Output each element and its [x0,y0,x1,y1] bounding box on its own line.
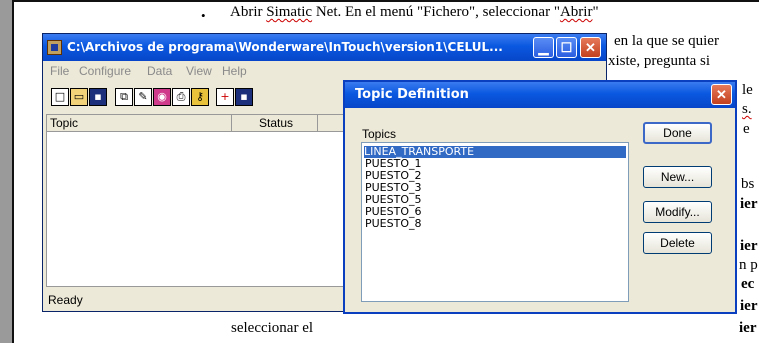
menu-bar: File Configure Data View Help [43,61,606,81]
doc-text-spellcheck: Simatic [266,4,313,20]
add-topic-icon[interactable]: + [216,88,234,106]
close-button[interactable]: ✕ [580,37,601,58]
open-icon[interactable]: ▭ [70,88,88,106]
doc-fragment: n p [739,257,758,273]
doc-bottom-line: seleccionar el [231,320,314,336]
key-icon[interactable]: ⚷ [191,88,209,106]
list-header: Topic Status [46,114,346,132]
save-icon[interactable]: ▪ [89,88,107,106]
doc-fragment: ier [740,238,758,254]
doc-bottom-fragment: ier [739,320,757,336]
doc-fragment: xiste, pregunta si [608,53,711,69]
window-title: C:\Archivos de programa\Wonderware\InTou… [67,40,503,54]
menu-view[interactable]: View [186,64,212,78]
column-divider[interactable] [231,115,232,132]
done-button[interactable]: Done [643,122,712,144]
topic-definition-dialog: Topic Definition ✕ Topics LINEA_TRANSPOR… [343,80,737,314]
doc-text-spellcheck: Abrir [559,4,593,20]
status-bar: Ready [46,290,346,310]
print-icon[interactable]: ⎙ [172,88,190,106]
modify-button[interactable]: Modify... [643,201,712,223]
edit-icon[interactable]: ✎ [134,88,152,106]
monitor-icon[interactable]: ◉ [153,88,171,106]
copy-icon[interactable]: ⧉ [115,88,133,106]
window-titlebar[interactable]: C:\Archivos de programa\Wonderware\InTou… [43,34,606,61]
save-topic-icon[interactable]: ▪ [235,88,253,106]
doc-fragment: en la que se quier [614,33,719,49]
dialog-titlebar[interactable]: Topic Definition ✕ [345,82,735,108]
doc-fragment: ier [740,196,758,212]
doc-fragment: bs [741,176,755,192]
bullet-mark: • [201,8,206,23]
doc-fragment: ier [740,298,758,314]
menu-data[interactable]: Data [147,64,172,78]
column-divider[interactable] [317,115,318,132]
topics-listbox[interactable]: LINEA_TRANSPORTE PUESTO_1 PUESTO_2 PUEST… [361,142,629,302]
doc-text: " [592,4,599,20]
doc-text: Abrir [230,4,267,20]
menu-file[interactable]: File [50,64,69,78]
dialog-title: Topic Definition [355,87,469,102]
dialog-close-button[interactable]: ✕ [711,84,732,105]
topics-label: Topics [362,127,397,141]
topic-status-list[interactable] [46,132,346,287]
column-topic[interactable]: Topic [50,116,78,130]
intouch-app-icon[interactable] [47,40,62,55]
maximize-button[interactable]: ☐ [556,37,577,58]
menu-configure[interactable]: Configure [79,64,131,78]
document-first-line: Abrir Simatic Net. En el menú "Fichero",… [230,3,599,21]
menu-help[interactable]: Help [222,64,247,78]
new-icon[interactable]: □ [51,88,69,106]
doc-text: Net. En el menú "Fichero", seleccionar " [312,4,560,20]
doc-fragment: e [743,121,750,137]
list-item[interactable]: PUESTO_8 [365,218,422,230]
doc-fragment: ec [741,276,755,292]
column-status[interactable]: Status [259,116,293,130]
status-text: Ready [48,293,83,307]
doc-fragment: s. [742,101,752,117]
delete-button[interactable]: Delete [643,232,712,254]
minimize-button[interactable]: ▁ [533,37,554,58]
new-button[interactable]: New... [643,166,712,188]
doc-fragment: le [742,82,753,98]
